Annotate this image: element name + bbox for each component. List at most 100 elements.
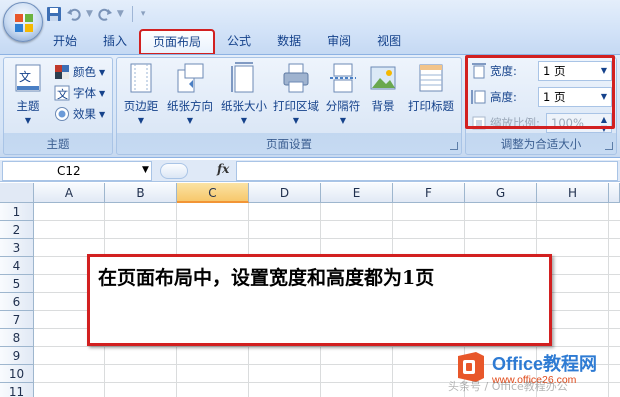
row-header-4[interactable]: 4 (0, 257, 34, 275)
margins-button[interactable]: 页边距 ▼ (119, 62, 163, 136)
tab-home[interactable]: 开始 (40, 30, 90, 54)
tab-review[interactable]: 审阅 (314, 30, 364, 54)
column-header-f[interactable]: F (393, 183, 465, 203)
themes-label: 主题 (16, 99, 40, 113)
title-bar: ▼ ▼ ▾ 开始 插入 页面布局 公式 数据 审阅 视图 (0, 0, 620, 55)
save-icon[interactable] (46, 5, 62, 23)
background-label: 背景 (371, 99, 395, 113)
orientation-button[interactable]: 纸张方向 ▼ (165, 62, 215, 136)
size-button[interactable]: 纸张大小 ▼ (219, 62, 269, 136)
chevron-down-icon: ▼ (99, 67, 106, 77)
office-logo-icon (15, 14, 33, 32)
print-area-button[interactable]: 打印区域 ▼ (271, 62, 321, 136)
orientation-label: 纸张方向 (167, 99, 213, 113)
quick-access-toolbar: ▼ ▼ ▾ (46, 3, 145, 25)
row-header-5[interactable]: 5 (0, 275, 34, 293)
breaks-label: 分隔符 (325, 99, 361, 113)
grid-line (34, 238, 620, 239)
watermark: Office教程网 www.office26.com 头条号 / Office教… (448, 348, 618, 396)
column-header-g[interactable]: G (465, 183, 537, 203)
page-size-icon (231, 62, 254, 93)
tab-page-layout[interactable]: 页面布局 (139, 29, 216, 55)
scale-group-label: 调整为合适大小 (500, 137, 582, 151)
tab-view[interactable]: 视图 (364, 30, 414, 54)
background-button[interactable]: 背景 (365, 62, 401, 136)
orientation-icon (177, 63, 204, 93)
themes-button[interactable]: 文 主题 ▼ (8, 62, 48, 136)
chevron-down-icon: ▼ (186, 116, 194, 125)
redo-dropdown-icon[interactable]: ▼ (117, 9, 124, 19)
column-header-b[interactable]: B (105, 183, 177, 203)
row-header-8[interactable]: 8 (0, 329, 34, 347)
column-header-d[interactable]: D (249, 183, 321, 203)
tab-data[interactable]: 数据 (264, 30, 314, 54)
background-icon (370, 66, 396, 90)
chevron-down-icon: ▼ (339, 116, 347, 125)
watermark-faint-text: 头条号 / Office教程办公 (448, 380, 568, 393)
column-header-a[interactable]: A (34, 183, 105, 203)
colors-icon (55, 65, 69, 79)
chevron-down-icon: ▼ (99, 88, 106, 98)
page-setup-launcher-icon[interactable] (450, 142, 458, 150)
row-header-1[interactable]: 1 (0, 203, 34, 221)
tab-insert[interactable]: 插入 (90, 30, 140, 54)
formula-input[interactable] (236, 161, 618, 181)
print-area-icon (283, 63, 309, 93)
margins-label: 页边距 (123, 99, 159, 113)
row-header-2[interactable]: 2 (0, 221, 34, 239)
grid-line (34, 220, 620, 221)
scale-group-launcher-icon[interactable] (605, 142, 613, 150)
theme-group-label: 主题 (46, 137, 70, 151)
column-header-h[interactable]: H (537, 183, 609, 203)
colors-label: 颜色 (73, 65, 96, 79)
theme-group: 文 主题 ▼ 颜色 ▼ 文 字体 ▼ 效果 ▼ 主题 (3, 57, 113, 155)
svg-text:文: 文 (57, 87, 68, 101)
qat-separator (131, 6, 133, 22)
page-setup-group-label: 页面设置 (266, 137, 312, 151)
watermark-brand: Office教程网 (492, 354, 598, 374)
theme-colors-button[interactable]: 颜色 ▼ (54, 62, 105, 82)
breaks-button[interactable]: 分隔符 ▼ (323, 62, 363, 136)
column-header-e[interactable]: E (321, 183, 393, 203)
theme-fonts-button[interactable]: 文 字体 ▼ (54, 83, 105, 103)
grid-line (34, 346, 620, 347)
chevron-down-icon[interactable]: ▼ (142, 165, 149, 175)
chevron-down-icon: ▼ (240, 116, 248, 125)
chevron-down-icon: ▼ (99, 109, 106, 119)
redo-icon[interactable] (97, 5, 113, 23)
office-button[interactable] (3, 2, 43, 42)
ribbon-tabs: 开始 插入 页面布局 公式 数据 审阅 视图 (40, 28, 414, 55)
svg-text:文: 文 (19, 69, 31, 84)
annotation-callout: 在页面布局中，设置宽度和高度都为1页 (87, 254, 552, 346)
print-titles-label: 打印标题 (408, 99, 454, 113)
page-setup-group: 页边距 ▼ 纸张方向 ▼ 纸张大小 ▼ 打印区域 ▼ 分隔符 ▼ 背景 打印标题… (116, 57, 462, 155)
undo-dropdown-icon[interactable]: ▼ (86, 9, 93, 19)
column-header-c[interactable]: C (177, 183, 249, 203)
margins-icon (130, 63, 152, 93)
scale-highlight-box (465, 55, 615, 129)
select-all-corner[interactable] (0, 183, 34, 203)
row-header-9[interactable]: 9 (0, 347, 34, 365)
effects-icon (55, 107, 69, 121)
fonts-icon: 文 (54, 85, 70, 101)
row-header-7[interactable]: 7 (0, 311, 34, 329)
column-header-partial (609, 183, 620, 203)
chevron-down-icon: ▼ (292, 116, 300, 125)
name-box[interactable]: C12 (2, 161, 152, 181)
fonts-label: 字体 (73, 86, 96, 100)
theme-effects-button[interactable]: 效果 ▼ (54, 104, 105, 124)
row-header-6[interactable]: 6 (0, 293, 34, 311)
customize-qat-icon[interactable]: ▾ (141, 9, 146, 19)
print-titles-button[interactable]: 打印标题 (403, 62, 459, 136)
formula-bar-toggle[interactable] (160, 163, 188, 179)
row-header-10[interactable]: 10 (0, 365, 34, 383)
insert-function-icon[interactable]: fx (217, 162, 229, 176)
row-header-11[interactable]: 11 (0, 383, 34, 397)
themes-icon: 文 (15, 64, 41, 92)
tab-formulas[interactable]: 公式 (214, 30, 264, 54)
annotation-text: 在页面布局中，设置宽度和高度都为1页 (98, 267, 435, 289)
breaks-icon (330, 63, 356, 93)
chevron-down-icon: ▼ (137, 116, 145, 125)
undo-icon[interactable] (66, 5, 82, 23)
row-header-3[interactable]: 3 (0, 239, 34, 257)
